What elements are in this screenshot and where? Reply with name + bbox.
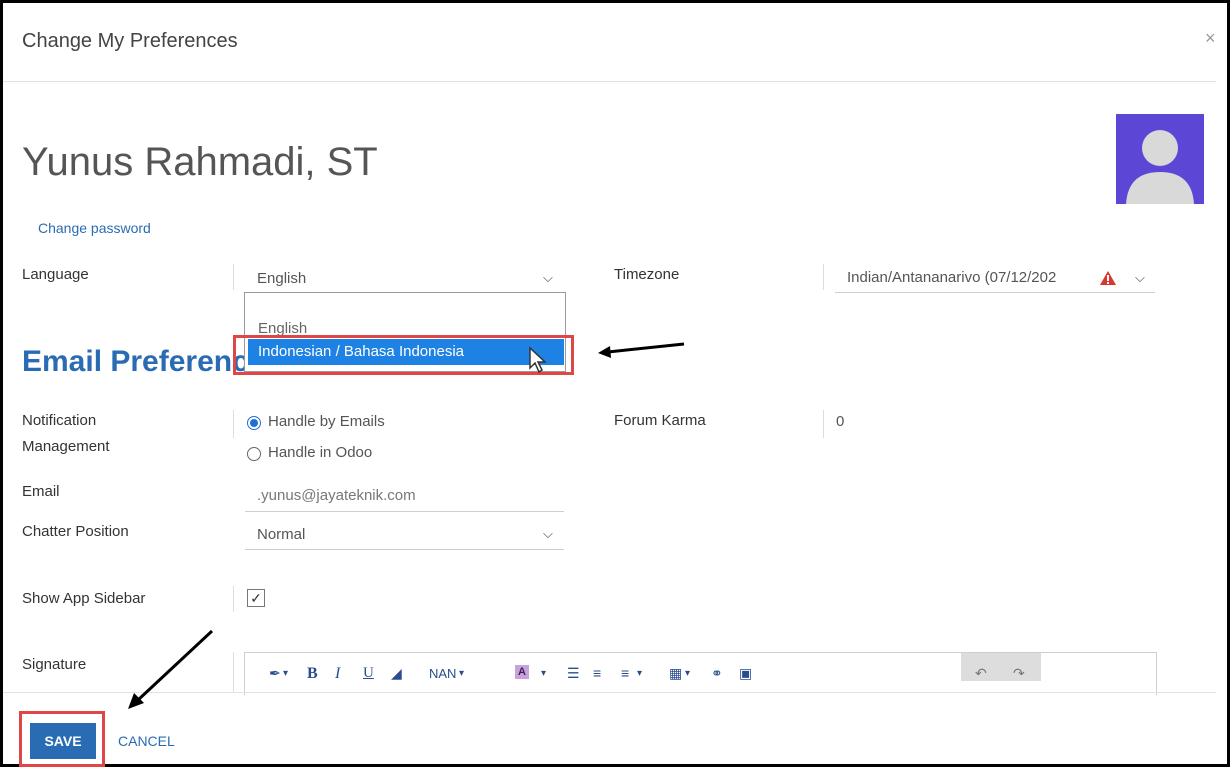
caret-down-icon[interactable]: ▾: [685, 668, 690, 679]
field-separator: [233, 410, 234, 438]
underline-button[interactable]: U: [363, 665, 374, 682]
email-field[interactable]: .yunus@jayateknik.com: [257, 487, 416, 504]
signature-label: Signature: [22, 656, 87, 673]
forum-karma-value: 0: [836, 413, 845, 430]
caret-down-icon[interactable]: ▾: [637, 668, 642, 679]
radio-label-odoo: Handle in Odoo: [268, 444, 373, 461]
undo-redo-group: [961, 653, 1041, 681]
forum-karma-label: Forum Karma: [614, 412, 706, 429]
chatter-position-label: Chatter Position: [22, 523, 129, 540]
chevron-down-icon[interactable]: ⌵: [1135, 270, 1145, 286]
font-color-icon[interactable]: A: [515, 665, 529, 679]
show-app-sidebar-checkbox[interactable]: ✓: [247, 589, 265, 607]
annotation-highlight-box: [233, 335, 574, 375]
cancel-button[interactable]: CANCEL: [118, 733, 175, 749]
radio-handle-by-emails[interactable]: [247, 416, 261, 430]
table-icon[interactable]: ▦: [669, 665, 682, 682]
chevron-down-icon[interactable]: ⌵: [543, 526, 553, 542]
caret-down-icon[interactable]: ▾: [541, 668, 546, 679]
radio-label-emails: Handle by Emails: [268, 413, 385, 430]
link-icon[interactable]: ⚭: [711, 665, 723, 682]
field-separator: [823, 410, 824, 438]
annotation-highlight-box: [19, 711, 105, 767]
eraser-icon[interactable]: ◢: [391, 665, 402, 682]
align-icon[interactable]: ≡: [621, 665, 629, 681]
unordered-list-icon[interactable]: ☰: [567, 665, 580, 682]
language-select-value[interactable]: English: [257, 270, 306, 287]
arrow-annotation-icon: [598, 342, 685, 358]
avatar[interactable]: [1116, 114, 1204, 204]
font-size-dropdown[interactable]: NAN: [429, 666, 456, 681]
dialog-title: Change My Preferences: [22, 30, 238, 52]
bold-button[interactable]: B: [307, 665, 318, 683]
avatar-placeholder-icon: [1126, 130, 1194, 204]
show-app-sidebar-label: Show App Sidebar: [22, 590, 146, 607]
chatter-position-select[interactable]: Normal: [257, 526, 305, 543]
language-label: Language: [22, 266, 89, 283]
image-icon[interactable]: ▣: [739, 665, 752, 682]
notification-label-line1: Notification: [22, 412, 97, 429]
timezone-select-value[interactable]: Indian/Antananarivo (07/12/202: [847, 269, 1056, 286]
redo-icon[interactable]: ↷: [1013, 665, 1025, 682]
field-separator: [233, 586, 234, 612]
style-icon[interactable]: ✒: [269, 665, 281, 682]
chevron-down-icon[interactable]: ⌵: [543, 270, 553, 286]
undo-icon[interactable]: ↶: [975, 665, 987, 682]
signature-editor-toolbar: ✒ ▾ B I U ◢ NAN ▾ A ▾ ☰ ≡ ≡ ▾ ▦ ▾ ⚭ ▣ ↶ …: [244, 652, 1157, 695]
chatter-underline: [245, 549, 564, 550]
field-separator: [233, 264, 234, 290]
email-label: Email: [22, 483, 60, 500]
italic-button[interactable]: I: [335, 665, 340, 683]
warning-icon: [1100, 271, 1116, 285]
mouse-cursor-icon: [529, 346, 547, 374]
arrow-annotation-icon: [128, 629, 214, 709]
timezone-label: Timezone: [614, 266, 680, 283]
caret-down-icon[interactable]: ▾: [283, 668, 288, 679]
close-icon[interactable]: ×: [1205, 28, 1216, 49]
caret-down-icon[interactable]: ▾: [459, 668, 464, 679]
radio-handle-in-odoo[interactable]: [247, 447, 261, 461]
timezone-underline: [835, 292, 1155, 293]
user-name: Yunus Rahmadi, ST: [22, 140, 378, 184]
field-separator: [233, 652, 234, 692]
ordered-list-icon[interactable]: ≡: [593, 665, 601, 681]
notification-label-line2: Management: [22, 438, 110, 455]
field-separator: [823, 264, 824, 290]
email-underline: [245, 511, 564, 512]
change-password-link[interactable]: Change password: [38, 220, 151, 236]
